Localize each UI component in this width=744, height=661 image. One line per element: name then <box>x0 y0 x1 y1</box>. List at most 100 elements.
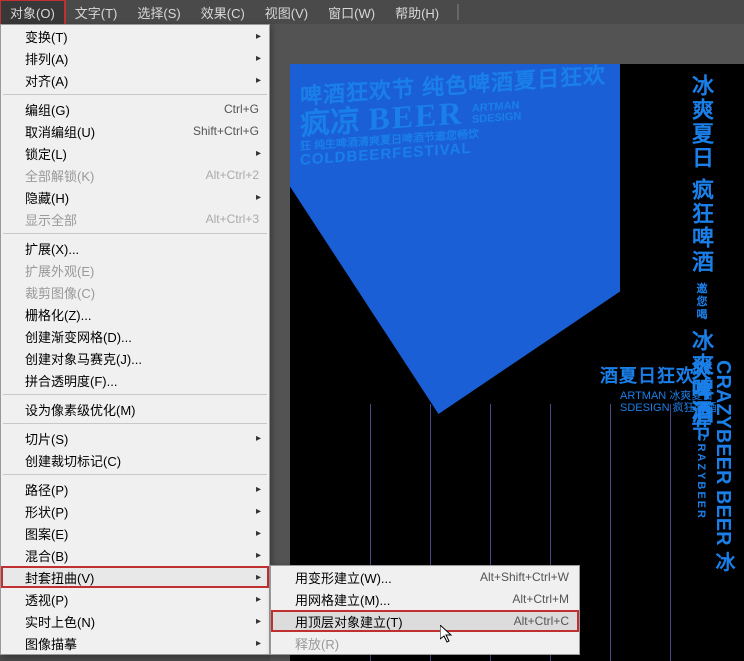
submenu-item-1[interactable]: 用网格建立(M)...Alt+Ctrl+M <box>271 588 579 610</box>
menu-item-label: 隐藏(H) <box>25 188 259 207</box>
menu-separator <box>3 474 267 475</box>
menu-item-29[interactable]: 透视(P)▸ <box>1 588 269 610</box>
menu-item-label: 图案(E) <box>25 524 259 543</box>
submenu-item-shortcut: Alt+Shift+Ctrl+W <box>480 570 569 584</box>
menubar: 对象(O) 文字(T) 选择(S) 效果(C) 视图(V) 窗口(W) 帮助(H… <box>0 0 744 24</box>
menu-item-21[interactable]: 切片(S)▸ <box>1 427 269 449</box>
menu-item-14[interactable]: 栅格化(Z)... <box>1 303 269 325</box>
menu-item-label: 路径(P) <box>25 480 259 499</box>
menu-item-label: 设为像素级优化(M) <box>25 400 259 419</box>
submenu-arrow-icon: ▸ <box>256 506 261 517</box>
menu-item-11[interactable]: 扩展(X)... <box>1 237 269 259</box>
submenu-item-label: 用网格建立(M)... <box>295 590 512 609</box>
submenu-item-shortcut: Alt+Ctrl+M <box>512 592 569 606</box>
menu-item-shortcut: Shift+Ctrl+G <box>193 124 259 138</box>
menu-separator <box>3 233 267 234</box>
submenu-arrow-icon: ▸ <box>256 594 261 605</box>
submenu-item-label: 释放(R) <box>295 634 569 653</box>
menu-item-label: 裁剪图像(C) <box>25 283 259 302</box>
menu-view[interactable]: 视图(V) <box>255 0 318 25</box>
menu-item-label: 排列(A) <box>25 49 259 68</box>
menu-item-label: 形状(P) <box>25 502 259 521</box>
menu-object[interactable]: 对象(O) <box>0 0 65 25</box>
toolbar-divider <box>457 4 459 20</box>
menu-item-26[interactable]: 图案(E)▸ <box>1 522 269 544</box>
menu-item-label: 编组(G) <box>25 100 224 119</box>
cursor-icon <box>440 625 456 648</box>
menu-window[interactable]: 窗口(W) <box>318 0 385 25</box>
menu-select[interactable]: 选择(S) <box>127 0 190 25</box>
menu-item-12: 扩展外观(E) <box>1 259 269 281</box>
submenu-arrow-icon: ▸ <box>256 31 261 42</box>
menu-item-shortcut: Alt+Ctrl+2 <box>206 168 259 182</box>
menu-item-22[interactable]: 创建裁切标记(C) <box>1 449 269 471</box>
menu-help[interactable]: 帮助(H) <box>385 0 449 25</box>
menu-item-label: 变换(T) <box>25 27 259 46</box>
submenu-arrow-icon: ▸ <box>256 433 261 444</box>
menu-item-label: 取消编组(U) <box>25 122 193 141</box>
menu-item-30[interactable]: 实时上色(N)▸ <box>1 610 269 632</box>
object-dropdown: 变换(T)▸排列(A)▸对齐(A)▸编组(G)Ctrl+G取消编组(U)Shif… <box>0 24 270 655</box>
menu-type[interactable]: 文字(T) <box>65 0 128 25</box>
menu-item-label: 实时上色(N) <box>25 612 259 631</box>
menu-item-label: 栅格化(Z)... <box>25 305 259 324</box>
submenu-item-label: 用顶层对象建立(T) <box>295 612 514 631</box>
submenu-arrow-icon: ▸ <box>256 528 261 539</box>
menu-item-13: 裁剪图像(C) <box>1 281 269 303</box>
menu-item-label: 创建渐变网格(D)... <box>25 327 259 346</box>
menu-item-label: 透视(P) <box>25 590 259 609</box>
submenu-arrow-icon: ▸ <box>256 75 261 86</box>
menu-item-4[interactable]: 编组(G)Ctrl+G <box>1 98 269 120</box>
menu-item-label: 拼合透明度(F)... <box>25 371 259 390</box>
menu-item-label: 对齐(A) <box>25 71 259 90</box>
submenu-arrow-icon: ▸ <box>256 572 261 583</box>
menu-item-label: 封套扭曲(V) <box>25 568 259 587</box>
submenu-arrow-icon: ▸ <box>256 53 261 64</box>
menu-item-6[interactable]: 锁定(L)▸ <box>1 142 269 164</box>
menu-item-label: 扩展外观(E) <box>25 261 259 280</box>
submenu-arrow-icon: ▸ <box>256 638 261 649</box>
menu-item-label: 创建对象马赛克(J)... <box>25 349 259 368</box>
submenu-item-3: 释放(R) <box>271 632 579 654</box>
menu-item-label: 混合(B) <box>25 546 259 565</box>
menu-effect[interactable]: 效果(C) <box>191 0 255 25</box>
menu-item-label: 全部解锁(K) <box>25 166 206 185</box>
menu-item-19[interactable]: 设为像素级优化(M) <box>1 398 269 420</box>
menu-item-25[interactable]: 形状(P)▸ <box>1 500 269 522</box>
menu-item-9: 显示全部Alt+Ctrl+3 <box>1 208 269 230</box>
menu-item-label: 扩展(X)... <box>25 239 259 258</box>
submenu-item-2[interactable]: 用顶层对象建立(T)Alt+Ctrl+C <box>271 610 579 632</box>
menu-item-8[interactable]: 隐藏(H)▸ <box>1 186 269 208</box>
menu-item-17[interactable]: 拼合透明度(F)... <box>1 369 269 391</box>
menu-separator <box>3 423 267 424</box>
menu-item-shortcut: Alt+Ctrl+3 <box>206 212 259 226</box>
submenu-arrow-icon: ▸ <box>256 192 261 203</box>
menu-item-24[interactable]: 路径(P)▸ <box>1 478 269 500</box>
submenu-item-label: 用变形建立(W)... <box>295 568 480 587</box>
menu-item-shortcut: Ctrl+G <box>224 102 259 116</box>
menu-item-label: 显示全部 <box>25 210 206 229</box>
menu-item-label: 切片(S) <box>25 429 259 448</box>
submenu-arrow-icon: ▸ <box>256 484 261 495</box>
menu-item-0[interactable]: 变换(T)▸ <box>1 25 269 47</box>
menu-item-5[interactable]: 取消编组(U)Shift+Ctrl+G <box>1 120 269 142</box>
menu-separator <box>3 94 267 95</box>
envelope-submenu: 用变形建立(W)...Alt+Shift+Ctrl+W用网格建立(M)...Al… <box>270 565 580 655</box>
menu-item-27[interactable]: 混合(B)▸ <box>1 544 269 566</box>
menu-item-28[interactable]: 封套扭曲(V)▸ <box>1 566 269 588</box>
submenu-arrow-icon: ▸ <box>256 148 261 159</box>
submenu-item-0[interactable]: 用变形建立(W)...Alt+Shift+Ctrl+W <box>271 566 579 588</box>
submenu-item-shortcut: Alt+Ctrl+C <box>514 614 569 628</box>
menu-item-16[interactable]: 创建对象马赛克(J)... <box>1 347 269 369</box>
menu-item-15[interactable]: 创建渐变网格(D)... <box>1 325 269 347</box>
submenu-arrow-icon: ▸ <box>256 616 261 627</box>
menu-item-label: 锁定(L) <box>25 144 259 163</box>
menu-item-label: 图像描摹 <box>25 634 259 653</box>
menu-item-7: 全部解锁(K)Alt+Ctrl+2 <box>1 164 269 186</box>
menu-item-2[interactable]: 对齐(A)▸ <box>1 69 269 91</box>
menu-separator <box>3 394 267 395</box>
menu-item-31[interactable]: 图像描摹▸ <box>1 632 269 654</box>
submenu-arrow-icon: ▸ <box>256 550 261 561</box>
menu-item-1[interactable]: 排列(A)▸ <box>1 47 269 69</box>
menu-item-label: 创建裁切标记(C) <box>25 451 259 470</box>
